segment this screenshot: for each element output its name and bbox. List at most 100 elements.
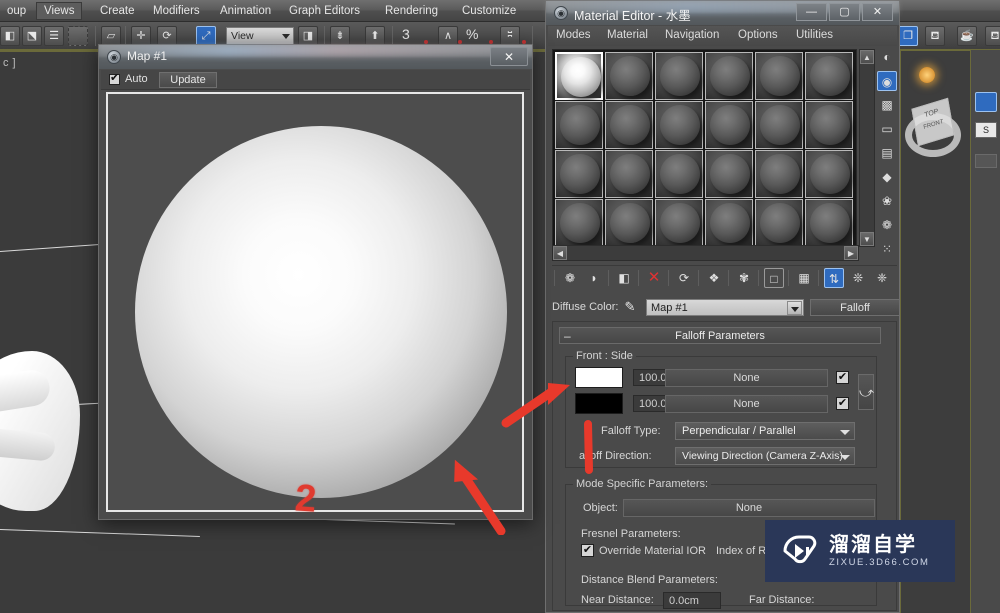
override-ior-checkbox[interactable]: ✔ — [581, 544, 594, 557]
menu-graph-editors[interactable]: Graph Editors — [282, 3, 367, 20]
material-editor-horizontal-toolbar[interactable]: ❁ ◗ ◧ ✕ ⟳ ❖ ✾ □ ▦ ⇅ ❊ ❈ — [552, 265, 897, 289]
undo-icon[interactable]: ◧ — [0, 26, 20, 46]
material-slot[interactable] — [755, 52, 803, 100]
material-slot[interactable] — [805, 199, 853, 247]
select-by-name-icon[interactable]: ☰ — [44, 26, 64, 46]
material-slot-grid[interactable] — [552, 49, 857, 247]
material-slot[interactable] — [605, 101, 653, 149]
select-and-move-icon[interactable]: ✛ — [131, 26, 151, 46]
material-slot[interactable] — [655, 101, 703, 149]
falloff-type-dropdown[interactable]: Perpendicular / Parallel — [675, 422, 855, 440]
get-material-icon[interactable]: ❁ — [560, 268, 580, 288]
material-slot[interactable] — [555, 52, 603, 100]
menu-navigation[interactable]: Navigation — [665, 29, 719, 41]
map-window-titlebar[interactable]: ◉ Map #1 ✕ — [99, 45, 532, 69]
material-slot[interactable] — [655, 52, 703, 100]
menu-utilities[interactable]: Utilities — [796, 29, 833, 41]
scroll-left-button[interactable]: ◀ — [553, 246, 567, 260]
update-button[interactable]: Update — [159, 72, 217, 88]
make-unique-icon[interactable]: ❖ — [704, 268, 724, 288]
material-slot[interactable] — [605, 150, 653, 198]
render-production-teapot-icon[interactable]: ☕ — [957, 26, 977, 46]
use-pivot-center-icon[interactable]: ◨ — [298, 26, 318, 46]
select-and-rotate-icon[interactable]: ⟳ — [157, 26, 177, 46]
sample-type-icon[interactable]: ◉ — [877, 71, 897, 91]
maximize-button[interactable]: ▢ — [829, 3, 860, 21]
menu-options[interactable]: Options — [738, 29, 778, 41]
video-color-check-icon[interactable]: ❀ — [877, 191, 897, 211]
options-icon[interactable]: ⁙ — [877, 239, 897, 259]
material-editor-menubar[interactable]: Modes Material Navigation Options Utilit… — [548, 26, 897, 46]
backlight-icon[interactable]: ▩ — [877, 95, 897, 115]
spinner-snap-icon[interactable]: ⎶ — [500, 26, 520, 46]
panel-s-field[interactable]: S — [975, 122, 997, 138]
window-crossing-icon[interactable]: ▱ — [101, 26, 121, 46]
material-slot[interactable] — [755, 150, 803, 198]
rectangular-selection-icon[interactable] — [68, 26, 88, 46]
material-editor-titlebar[interactable]: ◉ Material Editor - 水墨 — ▢ ✕ — [546, 1, 899, 25]
select-and-link-icon[interactable]: ⇟ — [330, 26, 350, 46]
reference-coordinate-combo[interactable]: View — [226, 27, 294, 45]
select-and-scale-icon[interactable]: ⤢ — [196, 26, 216, 46]
scroll-up-button[interactable]: ▲ — [860, 50, 874, 64]
reset-map-icon[interactable]: ✕ — [644, 268, 664, 288]
material-slot[interactable] — [705, 101, 753, 149]
material-slot[interactable] — [555, 150, 603, 198]
material-slot[interactable] — [705, 52, 753, 100]
assign-material-to-selection-icon[interactable]: ◧ — [614, 268, 634, 288]
render-setup-icon[interactable]: ❐ — [898, 26, 918, 46]
show-end-result-icon[interactable]: ⇅ — [824, 268, 844, 288]
put-to-library-icon[interactable]: ✾ — [734, 268, 754, 288]
make-material-copy-icon[interactable]: ⟳ — [674, 268, 694, 288]
menu-modifiers[interactable]: Modifiers — [146, 3, 207, 20]
scroll-down-button[interactable]: ▼ — [860, 232, 874, 246]
object-pick-button[interactable]: None — [623, 499, 875, 517]
panel-icon-button[interactable] — [975, 92, 997, 112]
diffuse-color-row[interactable]: Diffuse Color: ✎ Map #1 Falloff — [552, 297, 900, 317]
scroll-right-button[interactable]: ▶ — [844, 246, 858, 260]
show-map-in-viewport-icon[interactable]: ▦ — [794, 268, 814, 288]
map-name-combo[interactable]: Map #1 — [646, 299, 804, 316]
falloff-direction-dropdown[interactable]: Viewing Direction (Camera Z-Axis) — [675, 447, 855, 465]
minimize-button[interactable]: — — [796, 3, 827, 21]
menu-material[interactable]: Material — [607, 29, 648, 41]
menu-rendering[interactable]: Rendering — [378, 3, 445, 20]
material-slot[interactable] — [655, 199, 703, 247]
menu-create[interactable]: Create — [93, 3, 142, 20]
side-map-button[interactable]: None — [665, 395, 828, 413]
snap-toggle-number[interactable]: 3 — [402, 26, 410, 42]
chevron-down-icon[interactable] — [282, 34, 290, 39]
material-slot[interactable] — [805, 52, 853, 100]
make-preview-icon[interactable]: ❁ — [877, 215, 897, 235]
material-slot[interactable] — [805, 150, 853, 198]
map-type-button[interactable]: Falloff — [810, 299, 900, 316]
go-forward-to-sibling-icon[interactable]: ❈ — [872, 268, 892, 288]
material-editor-vertical-toolbar[interactable]: ◐ ◉ ▩ ▭ ▤ ◆ ❀ ❁ ⁙ ◍ — [876, 47, 898, 287]
material-slot[interactable] — [555, 199, 603, 247]
slot-horizontal-scrollbar[interactable]: ◀ ▶ — [552, 245, 859, 261]
render-frame-window-icon[interactable]: ⛾ — [925, 26, 945, 46]
menu-views[interactable]: Views — [36, 2, 83, 20]
sample-uv-tiling-icon[interactable]: ◆ — [877, 167, 897, 187]
material-slot[interactable] — [605, 199, 653, 247]
checkered-background-icon[interactable]: ▤ — [877, 143, 897, 163]
command-panel[interactable]: S — [970, 50, 1000, 613]
chevron-down-icon[interactable] — [840, 455, 850, 460]
material-slot[interactable] — [755, 199, 803, 247]
menu-group[interactable]: oup — [0, 3, 33, 20]
near-distance-spinner[interactable]: 0.0cm — [663, 592, 721, 609]
close-button[interactable]: ✕ — [490, 47, 528, 66]
side-color-swatch[interactable] — [575, 393, 623, 414]
percent-snap-icon[interactable]: % — [466, 26, 478, 42]
front-map-button[interactable]: None — [665, 369, 828, 387]
material-slot[interactable] — [705, 199, 753, 247]
rollout-header[interactable]: – Falloff Parameters — [559, 327, 881, 344]
map-preview-window[interactable]: ◉ Map #1 ✕ Auto Update — [98, 44, 533, 520]
material-slot[interactable] — [655, 150, 703, 198]
material-slot[interactable] — [605, 52, 653, 100]
front-map-enable-checkbox[interactable]: ✔ — [836, 371, 849, 384]
chevron-down-icon[interactable] — [787, 301, 802, 315]
slot-vertical-scrollbar[interactable]: ▲ ▼ — [859, 49, 875, 247]
side-map-enable-checkbox[interactable]: ✔ — [836, 397, 849, 410]
menu-modes[interactable]: Modes — [556, 29, 591, 41]
